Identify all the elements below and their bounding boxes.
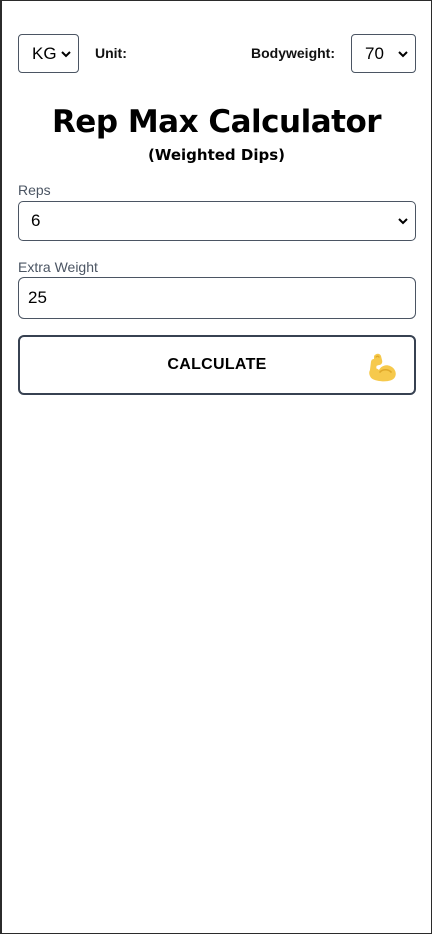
extra-weight-label: Extra Weight — [18, 259, 98, 275]
unit-label: Unit: — [95, 45, 127, 61]
reps-label: Reps — [18, 182, 51, 198]
app-frame: KG Unit: Bodyweight: 70 Rep Max Calculat… — [0, 0, 432, 934]
reps-select[interactable]: 6 — [18, 201, 416, 241]
page-subtitle: (Weighted Dips) — [147, 146, 285, 164]
flexed-biceps-icon — [369, 353, 396, 382]
page-title: Rep Max Calculator — [51, 104, 382, 140]
bodyweight-label: Bodyweight: — [251, 45, 335, 61]
calculate-button-label: CALCULATE — [167, 356, 267, 373]
unit-select[interactable]: KG — [18, 34, 79, 73]
reps-select-value: 6 — [31, 211, 41, 230]
chevron-down-icon — [398, 50, 408, 57]
unit-select-value: KG — [32, 43, 57, 63]
extra-weight-input[interactable] — [18, 277, 416, 319]
chevron-down-icon — [398, 218, 408, 225]
bodyweight-select-value: 70 — [365, 43, 384, 63]
calculate-button[interactable]: CALCULATE — [18, 335, 416, 395]
bodyweight-select[interactable]: 70 — [351, 34, 416, 73]
chevron-down-icon — [61, 50, 71, 57]
